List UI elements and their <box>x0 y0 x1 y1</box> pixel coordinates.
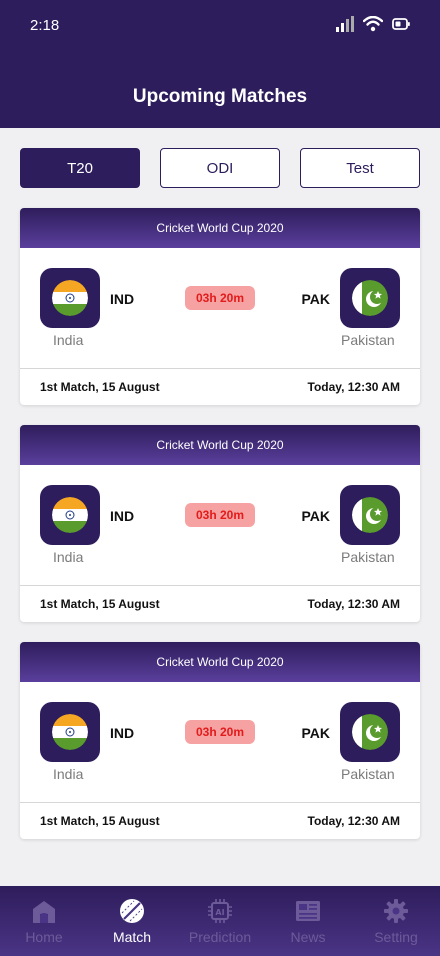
team2-name: Pakistan <box>341 766 395 782</box>
pakistan-flag-icon <box>352 497 388 533</box>
team1-code: IND <box>110 291 135 307</box>
nav-label-news: News <box>290 929 326 945</box>
countdown-badge: 03h 20m <box>185 720 255 744</box>
team2-name: Pakistan <box>341 549 395 565</box>
team2-code: PAK <box>301 725 330 741</box>
bottom-navigation: Home Match AI Prediction News Setting <box>0 886 440 956</box>
tournament-title: Cricket World Cup 2020 <box>20 642 420 682</box>
team1-flag <box>40 485 100 545</box>
nav-label-home: Home <box>25 929 63 945</box>
team2-flag <box>340 485 400 545</box>
ai-chip-icon: AI <box>208 899 232 923</box>
match-time: Today, 12:30 AM <box>307 380 400 394</box>
format-tabs: T20 ODI Test <box>20 148 420 188</box>
team2-code: PAK <box>301 508 330 524</box>
team2-code: PAK <box>301 291 330 307</box>
match-time: Today, 12:30 AM <box>307 814 400 828</box>
match-card[interactable]: Cricket World Cup 2020 IND India 03h 20m… <box>20 642 420 839</box>
team2-flag <box>340 268 400 328</box>
team1-code: IND <box>110 725 135 741</box>
nav-label-prediction: Prediction <box>188 929 252 945</box>
tournament-title: Cricket World Cup 2020 <box>20 425 420 465</box>
team1-flag <box>40 268 100 328</box>
team2-name: Pakistan <box>341 332 395 348</box>
match-footer: 1st Match, 15 August Today, 12:30 AM <box>20 585 420 622</box>
match-info: 1st Match, 15 August <box>40 597 160 611</box>
nav-item-match[interactable]: Match <box>88 886 176 956</box>
gear-icon <box>384 899 408 923</box>
team1-name: India <box>53 332 84 348</box>
match-info: 1st Match, 15 August <box>40 814 160 828</box>
team1-name: India <box>53 766 84 782</box>
nav-label-match: Match <box>112 929 152 945</box>
tab-t20[interactable]: T20 <box>20 148 140 188</box>
tab-test[interactable]: Test <box>300 148 420 188</box>
pakistan-flag-icon <box>352 280 388 316</box>
nav-label-setting: Setting <box>374 929 418 945</box>
team2-flag <box>340 702 400 762</box>
svg-text:AI: AI <box>215 908 224 917</box>
india-flag-icon <box>52 497 88 533</box>
app-header: 2:18 Upcoming Matches <box>0 0 440 128</box>
home-icon <box>33 901 55 923</box>
nav-item-setting[interactable]: Setting <box>352 886 440 956</box>
match-time: Today, 12:30 AM <box>307 597 400 611</box>
nav-item-news[interactable]: News <box>264 886 352 956</box>
match-card[interactable]: Cricket World Cup 2020 IND India 03h 20m… <box>20 208 420 405</box>
countdown-badge: 03h 20m <box>185 503 255 527</box>
page-title: Upcoming Matches <box>132 86 308 107</box>
newspaper-icon <box>296 901 320 921</box>
pakistan-flag-icon <box>352 714 388 750</box>
team1-flag <box>40 702 100 762</box>
status-time: 2:18 <box>30 17 60 34</box>
match-card[interactable]: Cricket World Cup 2020 IND India 03h 20m… <box>20 425 420 622</box>
match-footer: 1st Match, 15 August Today, 12:30 AM <box>20 368 420 405</box>
nav-item-prediction[interactable]: AI Prediction <box>176 886 264 956</box>
wifi-icon <box>363 16 383 32</box>
cellular-signal-icon <box>336 16 354 32</box>
battery-icon <box>392 18 410 30</box>
match-teams: IND India 03h 20m PAK Pakistan <box>20 682 420 802</box>
status-icons <box>336 16 410 32</box>
team1-name: India <box>53 549 84 565</box>
cricket-ball-icon <box>120 899 144 923</box>
match-teams: IND India 03h 20m PAK Pakistan <box>20 248 420 368</box>
nav-item-home[interactable]: Home <box>0 886 88 956</box>
match-teams: IND India 03h 20m PAK Pakistan <box>20 465 420 585</box>
india-flag-icon <box>52 280 88 316</box>
tournament-title: Cricket World Cup 2020 <box>20 208 420 248</box>
tab-odi[interactable]: ODI <box>160 148 280 188</box>
match-info: 1st Match, 15 August <box>40 380 160 394</box>
countdown-badge: 03h 20m <box>185 286 255 310</box>
india-flag-icon <box>52 714 88 750</box>
team1-code: IND <box>110 508 135 524</box>
match-footer: 1st Match, 15 August Today, 12:30 AM <box>20 802 420 839</box>
